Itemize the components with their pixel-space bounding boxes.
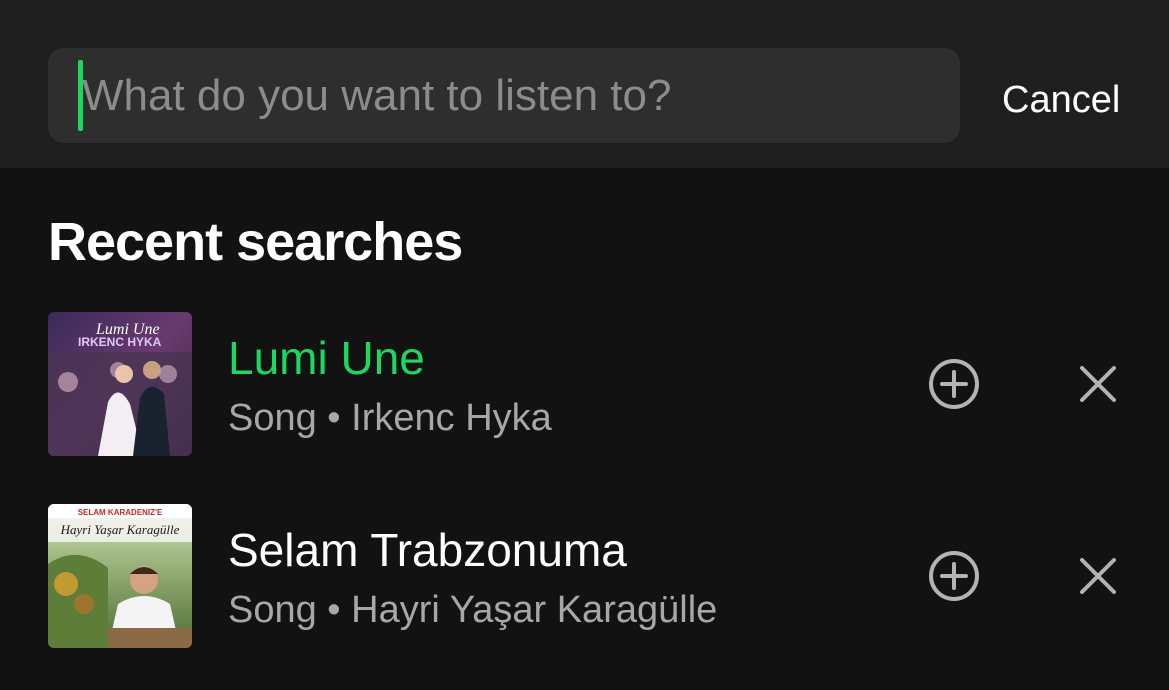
close-icon bbox=[1080, 558, 1116, 594]
search-input[interactable] bbox=[82, 48, 942, 143]
recent-search-item[interactable]: SELAM KARADENIZ'E Hayri Yaşar Karagülle … bbox=[0, 504, 1169, 654]
cancel-button[interactable]: Cancel bbox=[1002, 74, 1120, 126]
close-icon bbox=[1080, 366, 1116, 402]
plus-circle-icon bbox=[929, 551, 979, 601]
art-title-text: SELAM KARADENIZ'E bbox=[78, 508, 163, 517]
search-header: Cancel bbox=[0, 0, 1169, 168]
add-button[interactable] bbox=[928, 550, 980, 602]
remove-button[interactable] bbox=[1076, 362, 1120, 406]
track-title: Selam Trabzonuma bbox=[228, 524, 627, 576]
track-subtitle: Song • Irkenc Hyka bbox=[228, 397, 552, 439]
remove-button[interactable] bbox=[1076, 554, 1120, 598]
section-title: Recent searches bbox=[48, 212, 463, 272]
recent-search-item[interactable]: Lumi Une IRKENC HYKA Lumi Une Song • Irk… bbox=[0, 312, 1169, 462]
album-art: SELAM KARADENIZ'E Hayri Yaşar Karagülle bbox=[48, 504, 192, 648]
art-artist-text: IRKENC HYKA bbox=[78, 335, 162, 349]
track-subtitle: Song • Hayri Yaşar Karagülle bbox=[228, 589, 718, 631]
add-button[interactable] bbox=[928, 358, 980, 410]
plus-circle-icon bbox=[929, 359, 979, 409]
search-box[interactable] bbox=[48, 48, 960, 143]
album-art: Lumi Une IRKENC HYKA bbox=[48, 312, 192, 456]
track-title: Lumi Une bbox=[228, 332, 425, 384]
art-artist-text: Hayri Yaşar Karagülle bbox=[60, 522, 180, 537]
